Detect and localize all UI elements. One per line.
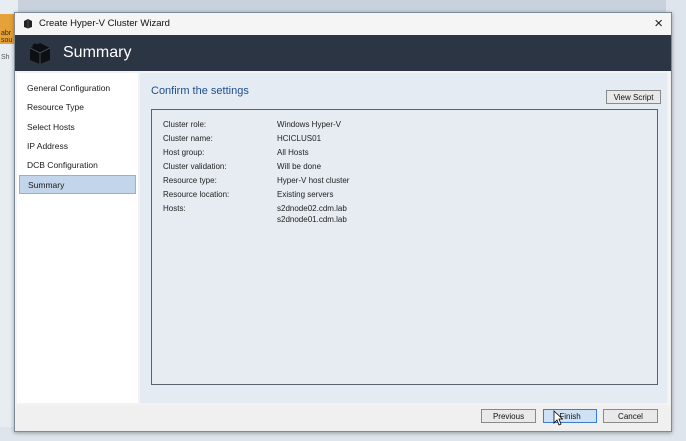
setting-label: Cluster name: bbox=[163, 134, 213, 143]
content-pane: Confirm the settings View Script Cluster… bbox=[140, 73, 667, 403]
setting-label: Resource location: bbox=[163, 190, 230, 199]
cancel-button[interactable]: Cancel bbox=[603, 409, 658, 423]
wizard-app-icon bbox=[24, 19, 32, 29]
wizard-nav: General Configuration Resource Type Sele… bbox=[17, 73, 138, 403]
nav-item-select-hosts[interactable]: Select Hosts bbox=[19, 118, 136, 137]
title-bar: Create Hyper-V Cluster Wizard × bbox=[15, 13, 671, 35]
nav-item-ip-address[interactable]: IP Address bbox=[19, 137, 136, 156]
setting-value: HCICLUS01 bbox=[277, 134, 322, 143]
setting-value-host-2: s2dnode01.cdm.lab bbox=[277, 215, 347, 224]
setting-value: s2dnode02.cdm.lab bbox=[277, 204, 347, 213]
nav-item-dcb-configuration[interactable]: DCB Configuration bbox=[19, 156, 136, 175]
close-icon[interactable]: × bbox=[654, 15, 663, 32]
page-title: Summary bbox=[63, 44, 132, 61]
wizard-dialog: Create Hyper-V Cluster Wizard × Summary … bbox=[14, 12, 672, 432]
window-title: Create Hyper-V Cluster Wizard bbox=[39, 18, 170, 29]
section-heading: Confirm the settings bbox=[151, 85, 249, 97]
nav-item-resource-type[interactable]: Resource Type bbox=[19, 98, 136, 117]
mouse-pointer-icon bbox=[553, 410, 563, 426]
view-script-button[interactable]: View Script bbox=[606, 90, 661, 104]
nav-item-general-configuration[interactable]: General Configuration bbox=[19, 79, 136, 98]
setting-value: Hyper-V host cluster bbox=[277, 176, 350, 185]
setting-label: Resource type: bbox=[163, 176, 217, 185]
nav-item-summary[interactable]: Summary bbox=[19, 175, 136, 194]
setting-label: Cluster validation: bbox=[163, 162, 227, 171]
setting-value: Will be done bbox=[277, 162, 322, 171]
page-banner: Summary bbox=[15, 35, 671, 71]
setting-value: Windows Hyper-V bbox=[277, 120, 342, 129]
setting-value: Existing servers bbox=[277, 190, 334, 199]
setting-label: Hosts: bbox=[163, 204, 186, 213]
background-tile-text-2: Sh bbox=[1, 54, 10, 61]
button-bar: Previous Finish Cancel bbox=[15, 405, 671, 431]
settings-summary: Cluster role: Windows Hyper-V Cluster na… bbox=[151, 109, 658, 385]
finish-button[interactable]: Finish bbox=[543, 409, 597, 423]
setting-label: Host group: bbox=[163, 148, 205, 157]
setting-label: Cluster role: bbox=[163, 120, 207, 129]
background-tile-text: abr sou bbox=[1, 30, 13, 44]
cluster-icon bbox=[29, 43, 51, 64]
previous-button[interactable]: Previous bbox=[481, 409, 536, 423]
setting-value: All Hosts bbox=[277, 148, 309, 157]
